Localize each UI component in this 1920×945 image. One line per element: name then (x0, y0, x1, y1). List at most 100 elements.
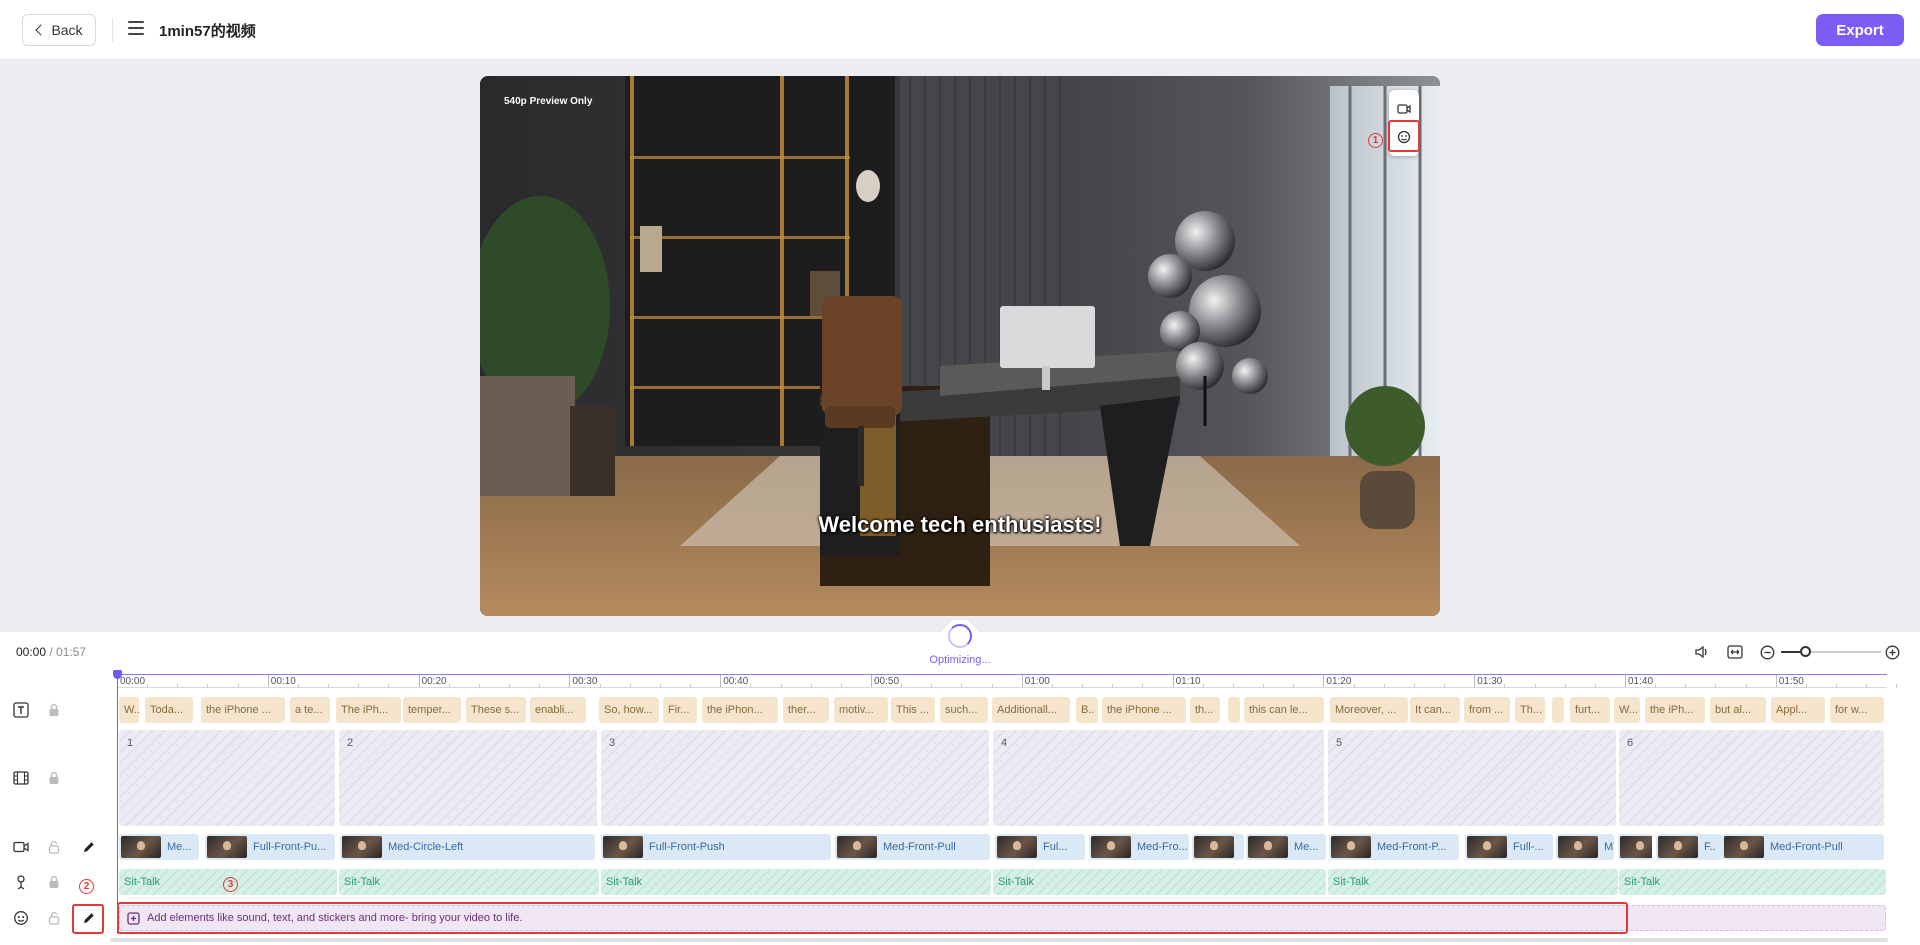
video-clip[interactable] (1192, 834, 1244, 860)
zoom-slider-track[interactable] (1781, 651, 1881, 653)
video-clip[interactable]: Full-Front-Push (601, 834, 831, 860)
text-clip[interactable]: Moreover, ... (1330, 697, 1408, 723)
text-clip[interactable]: temper... (403, 697, 461, 723)
video-clip[interactable]: F.. (1656, 834, 1722, 860)
text-clip[interactable]: The iPh... (336, 697, 401, 723)
text-clip[interactable]: Toda... (145, 697, 193, 723)
video-clip[interactable]: M (1556, 834, 1614, 860)
text-clip[interactable] (1228, 697, 1240, 723)
video-clip[interactable]: Med-Front-Pull (1722, 834, 1884, 860)
zoom-out-icon[interactable] (1759, 644, 1775, 660)
video-clip-label: Med-Front-Pull (883, 841, 956, 853)
text-clip[interactable] (1552, 697, 1564, 723)
loading-spinner-icon (948, 624, 972, 648)
text-clip[interactable]: th... (1190, 697, 1220, 723)
text-clip[interactable]: for w... (1830, 697, 1884, 723)
text-clip[interactable]: this can le... (1244, 697, 1324, 723)
scene-clip[interactable]: 4 (993, 730, 1326, 826)
text-clip[interactable]: the iPhone ... (201, 697, 285, 723)
text-clip[interactable]: enabli... (530, 697, 586, 723)
playhead-handle[interactable] (113, 670, 122, 679)
video-preview[interactable]: 540p Preview Only Welcome tech enthusias… (480, 76, 1440, 616)
scene-clip[interactable]: 1 (119, 730, 337, 826)
text-track-lock-icon[interactable] (46, 702, 62, 718)
text-clip[interactable]: but al... (1710, 697, 1766, 723)
video-clip-label: Full-Front-Push (649, 841, 725, 853)
avatar-clip[interactable]: Sit-Talk (1328, 869, 1618, 895)
text-clip[interactable]: motiv... (834, 697, 888, 723)
menu-icon[interactable] (128, 21, 144, 35)
timeline-panel[interactable]: 00:00 00:10 00:20 00:30 00:40 00:50 01:00 01:10… (0, 670, 1920, 945)
elements-track-unlock-icon[interactable] (46, 910, 62, 926)
video-clip[interactable]: Med-Circle-Left (340, 834, 595, 860)
video-clip[interactable]: Med-Front-P... (1329, 834, 1459, 860)
ruler-minor-tick (1353, 684, 1355, 688)
scene-clip[interactable]: 6 (1619, 730, 1886, 826)
video-track-edit-icon[interactable] (80, 838, 98, 856)
text-clip[interactable]: furt... (1570, 697, 1610, 723)
timeline-horizontal-scrollbar[interactable] (110, 938, 1888, 942)
video-track-unlock-icon[interactable] (46, 839, 62, 855)
text-clip-label: The iPh... (341, 704, 389, 716)
text-clip-label: furt... (1575, 704, 1601, 716)
video-clip[interactable]: Med-Fro... (1089, 834, 1189, 860)
scene-clip[interactable]: 2 (339, 730, 599, 826)
video-camera-icon (12, 838, 30, 856)
text-clip[interactable]: Fir... (663, 697, 697, 723)
scene-clip-label: 1 (127, 737, 134, 749)
playhead[interactable] (117, 672, 118, 934)
text-clip[interactable]: It can... (1410, 697, 1460, 723)
camera-icon[interactable] (1395, 100, 1413, 118)
text-clip[interactable]: Appl... (1771, 697, 1825, 723)
back-button[interactable]: Back (22, 14, 96, 46)
volume-icon[interactable] (1694, 644, 1710, 660)
text-clip[interactable]: This ... (891, 697, 935, 723)
text-clip[interactable]: W... (1614, 697, 1640, 723)
project-title[interactable]: 1min57的视频 (159, 20, 256, 41)
text-clip-label: Additionall... (997, 704, 1057, 716)
video-clip-thumbnail (342, 836, 382, 858)
text-clip[interactable]: So, how... (599, 697, 659, 723)
ruler-minor-tick (1293, 684, 1295, 688)
text-clip[interactable]: ther... (783, 697, 829, 723)
text-clip[interactable]: These s... (466, 697, 526, 723)
scene-clip-label: 5 (1336, 737, 1343, 749)
video-clip-label: Med-Fro... (1137, 841, 1188, 853)
text-clip-label: Appl... (1776, 704, 1808, 716)
avatar-clip[interactable]: Sit-Talk (993, 869, 1326, 895)
text-clip[interactable]: Th... (1515, 697, 1545, 723)
avatar-clip[interactable]: Sit-Talk (1619, 869, 1886, 895)
video-clip[interactable]: Ful... (995, 834, 1085, 860)
text-clip[interactable]: from ... (1464, 697, 1510, 723)
video-clip[interactable]: Me... (1246, 834, 1326, 860)
video-clip[interactable] (1618, 834, 1652, 860)
ruler-tick (1775, 675, 1777, 687)
fit-width-icon[interactable] (1727, 644, 1743, 660)
avatar-track-lock-icon[interactable] (46, 874, 62, 890)
scene-clip[interactable]: 5 (1328, 730, 1618, 826)
zoom-in-icon[interactable] (1884, 644, 1900, 660)
scene-track-lock-icon[interactable] (46, 770, 62, 786)
text-clip[interactable]: Additionall... (992, 697, 1070, 723)
text-clip[interactable]: a te... (290, 697, 330, 723)
zoom-slider-knob[interactable] (1800, 646, 1811, 657)
avatar-clip[interactable]: Sit-Talk (339, 869, 599, 895)
export-button[interactable]: Export (1816, 14, 1904, 46)
text-clip[interactable]: the iPh... (1645, 697, 1705, 723)
text-clip[interactable]: the iPhon... (702, 697, 778, 723)
video-clip[interactable]: Me... (119, 834, 199, 860)
text-clip[interactable]: W.. (119, 697, 139, 723)
avatar-clip-label: Sit-Talk (1624, 876, 1661, 888)
avatar-clip[interactable]: Sit-Talk (601, 869, 991, 895)
text-clip[interactable]: B.. (1076, 697, 1098, 723)
video-clip[interactable]: Full-Front-Pu... (205, 834, 335, 860)
text-clip[interactable]: such... (940, 697, 988, 723)
ruler-minor-tick (1655, 684, 1657, 688)
avatar-clip-label: Sit-Talk (1333, 876, 1370, 888)
text-clip[interactable]: the iPhone ... (1102, 697, 1186, 723)
scene-clip[interactable]: 3 (601, 730, 991, 826)
time-ruler[interactable]: 00:00 00:10 00:20 00:30 00:40 00:50 01:00 01:10… (117, 672, 1898, 688)
video-clip[interactable]: Med-Front-Pull (835, 834, 990, 860)
video-clip[interactable]: Full-... (1465, 834, 1553, 860)
subtitle-caption[interactable]: Welcome tech enthusiasts! (480, 512, 1440, 538)
